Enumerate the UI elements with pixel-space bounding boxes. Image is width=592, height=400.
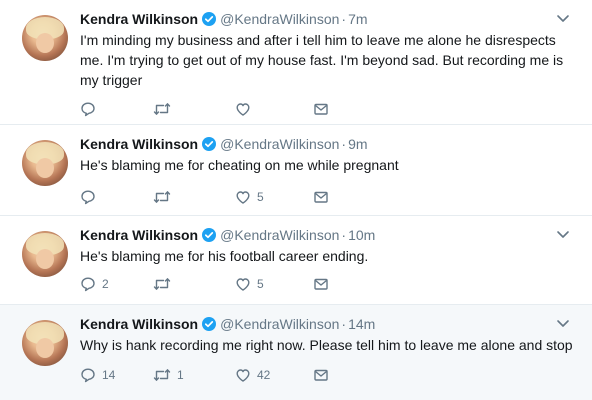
reply-icon — [81, 190, 95, 205]
heart-icon — [236, 191, 250, 204]
tweet-header: Kendra Wilkinson @KendraWilkinson · 9m — [80, 135, 368, 153]
avatar[interactable] — [22, 231, 68, 277]
verified-badge-icon — [202, 317, 217, 331]
direct-message-button[interactable] — [313, 189, 329, 205]
tweet-text: I'm minding my business and after i tell… — [80, 32, 564, 88]
avatar[interactable] — [22, 15, 68, 61]
tweet[interactable]: Kendra Wilkinson @KendraWilkinson · 14m … — [0, 305, 592, 400]
heart-icon — [236, 278, 250, 291]
avatar[interactable] — [22, 140, 68, 186]
separator-dot: · — [341, 136, 347, 152]
tweet-header: Kendra Wilkinson @KendraWilkinson · 10m — [80, 226, 375, 244]
retweet-count: 1 — [177, 368, 184, 382]
chevron-down-icon[interactable] — [556, 319, 570, 329]
reply-icon — [81, 102, 95, 117]
author-handle[interactable]: @KendraWilkinson — [220, 10, 339, 28]
chevron-down-icon[interactable] — [556, 14, 570, 24]
avatar[interactable] — [22, 320, 68, 366]
heart-icon — [236, 103, 250, 116]
reply-icon — [81, 368, 95, 383]
tweet-text: Why is hank recording me right now. Plea… — [80, 337, 573, 353]
tweet-text: He's blaming me for cheating on me while… — [80, 157, 399, 173]
separator-dot: · — [341, 316, 347, 332]
verified-badge-icon — [202, 12, 217, 26]
retweet-button[interactable] — [153, 276, 177, 292]
like-button[interactable]: 5 — [235, 276, 264, 292]
envelope-icon — [314, 103, 328, 115]
tweet-timestamp[interactable]: 7m — [348, 10, 367, 28]
heart-icon — [236, 369, 250, 382]
direct-message-button[interactable] — [313, 101, 329, 117]
like-button[interactable]: 5 — [235, 189, 264, 205]
reply-button[interactable]: 14 — [80, 367, 115, 383]
direct-message-button[interactable] — [313, 367, 329, 383]
tweet[interactable]: Kendra Wilkinson @KendraWilkinson · 10m … — [0, 216, 592, 305]
tweet-header: Kendra Wilkinson @KendraWilkinson · 7m — [80, 10, 368, 28]
author-handle[interactable]: @KendraWilkinson — [220, 226, 339, 244]
author-name[interactable]: Kendra Wilkinson — [80, 226, 198, 244]
tweet-text: He's blaming me for his football career … — [80, 248, 369, 264]
author-name[interactable]: Kendra Wilkinson — [80, 10, 198, 28]
like-count: 5 — [257, 277, 264, 291]
tweet-timestamp[interactable]: 10m — [348, 226, 375, 244]
like-count: 42 — [257, 368, 271, 382]
direct-message-button[interactable] — [313, 276, 329, 292]
envelope-icon — [314, 369, 328, 381]
like-count: 5 — [257, 190, 264, 204]
tweet-timestamp[interactable]: 9m — [348, 135, 367, 153]
tweet-timestamp[interactable]: 14m — [348, 315, 375, 333]
retweet-icon — [153, 278, 171, 290]
verified-badge-icon — [202, 137, 217, 151]
author-handle[interactable]: @KendraWilkinson — [220, 135, 339, 153]
tweet[interactable]: Kendra Wilkinson @KendraWilkinson · 9m H… — [0, 125, 592, 216]
retweet-icon — [153, 191, 171, 203]
envelope-icon — [314, 278, 328, 290]
tweet-timeline: Kendra Wilkinson @KendraWilkinson · 7m I… — [0, 0, 592, 400]
retweet-icon — [153, 369, 171, 381]
reply-button[interactable] — [80, 189, 102, 205]
separator-dot: · — [341, 11, 347, 27]
verified-badge-icon — [202, 228, 217, 242]
tweet-header: Kendra Wilkinson @KendraWilkinson · 14m — [80, 315, 375, 333]
reply-icon — [81, 277, 95, 292]
author-name[interactable]: Kendra Wilkinson — [80, 135, 198, 153]
reply-button[interactable] — [80, 101, 102, 117]
retweet-button[interactable] — [153, 189, 177, 205]
envelope-icon — [314, 191, 328, 203]
reply-count: 14 — [102, 368, 116, 382]
retweet-button[interactable]: 1 — [153, 367, 184, 383]
author-handle[interactable]: @KendraWilkinson — [220, 315, 339, 333]
chevron-down-icon[interactable] — [556, 230, 570, 240]
reply-count: 2 — [102, 277, 109, 291]
retweet-icon — [153, 103, 171, 115]
like-button[interactable] — [235, 101, 257, 117]
like-button[interactable]: 42 — [235, 367, 270, 383]
tweet[interactable]: Kendra Wilkinson @KendraWilkinson · 7m I… — [0, 0, 592, 125]
separator-dot: · — [341, 227, 347, 243]
reply-button[interactable]: 2 — [80, 276, 109, 292]
retweet-button[interactable] — [153, 101, 177, 117]
author-name[interactable]: Kendra Wilkinson — [80, 315, 198, 333]
